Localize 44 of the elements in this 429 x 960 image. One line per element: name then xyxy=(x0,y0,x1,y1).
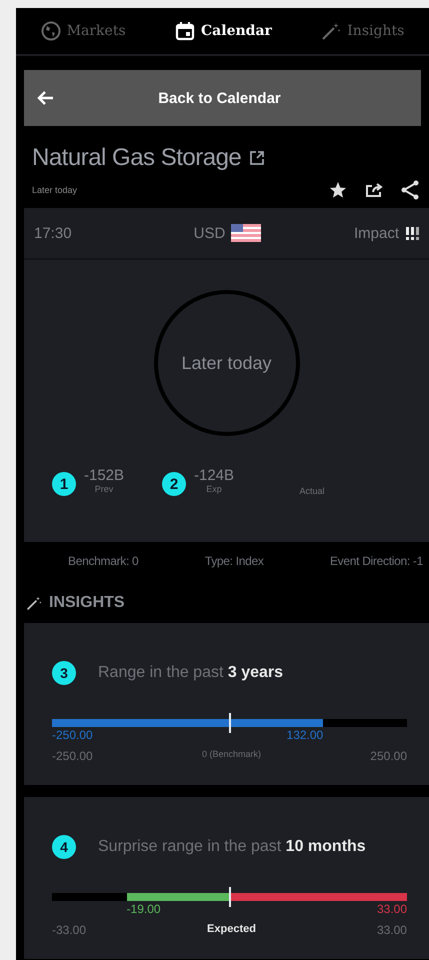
range-value: -250.00 xyxy=(52,728,93,742)
magic-wand-icon xyxy=(321,21,342,41)
share-icon[interactable] xyxy=(401,180,419,200)
number-badge: 4 xyxy=(52,835,76,859)
axis-label: 33.00 xyxy=(376,923,407,937)
external-link-icon[interactable] xyxy=(249,150,266,166)
axis-label: 250.00 xyxy=(370,749,407,763)
impact-label: Impact xyxy=(354,224,399,242)
range-value: 33.00 xyxy=(376,902,407,916)
number-badge: 2 xyxy=(162,472,186,496)
range-value: 132.00 xyxy=(286,728,324,742)
event-subtitle: Later today xyxy=(32,185,78,195)
impact-icon xyxy=(405,226,421,240)
insight-title: Range in the past 3 years xyxy=(98,664,284,682)
number-badge: 3 xyxy=(52,661,76,685)
axis-label: -250.00 xyxy=(52,749,93,763)
share-box-icon[interactable] xyxy=(365,182,383,198)
value-text: -124B xyxy=(194,468,234,484)
meta-text: Event Direction: -1 xyxy=(330,554,423,568)
status-circle: Later today xyxy=(154,290,300,436)
meta-text: Benchmark: 0 xyxy=(68,554,138,568)
axis-label: Expected xyxy=(207,923,256,937)
meta-text: Type: Index xyxy=(204,554,264,568)
event-title: Natural Gas Storage xyxy=(32,144,242,172)
nav-tab[interactable]: Calendar xyxy=(173,17,274,45)
flag-icon xyxy=(231,224,262,242)
event-time: 17:30 xyxy=(34,224,72,242)
back-arrow-icon xyxy=(36,90,54,106)
globe-icon xyxy=(40,21,61,41)
currency-label: USD xyxy=(194,224,226,242)
section-heading: INSIGHTS xyxy=(49,594,125,612)
value-label: Actual xyxy=(299,486,324,496)
back-button[interactable]: Back to Calendar xyxy=(24,70,421,126)
axis-label: 0 (Benchmark) xyxy=(202,749,262,761)
range-value: -19.00 xyxy=(126,902,161,916)
axis-label: -33.00 xyxy=(52,923,86,937)
insight-title: Surprise range in the past 10 months xyxy=(98,838,366,856)
value-label: Exp xyxy=(206,484,222,494)
value-text: -152B xyxy=(84,468,124,484)
number-badge: 1 xyxy=(52,472,76,496)
value-label: Prev xyxy=(94,484,114,494)
magic-wand-icon xyxy=(26,595,42,611)
calendar-icon xyxy=(175,21,196,41)
star-icon[interactable] xyxy=(329,181,347,199)
